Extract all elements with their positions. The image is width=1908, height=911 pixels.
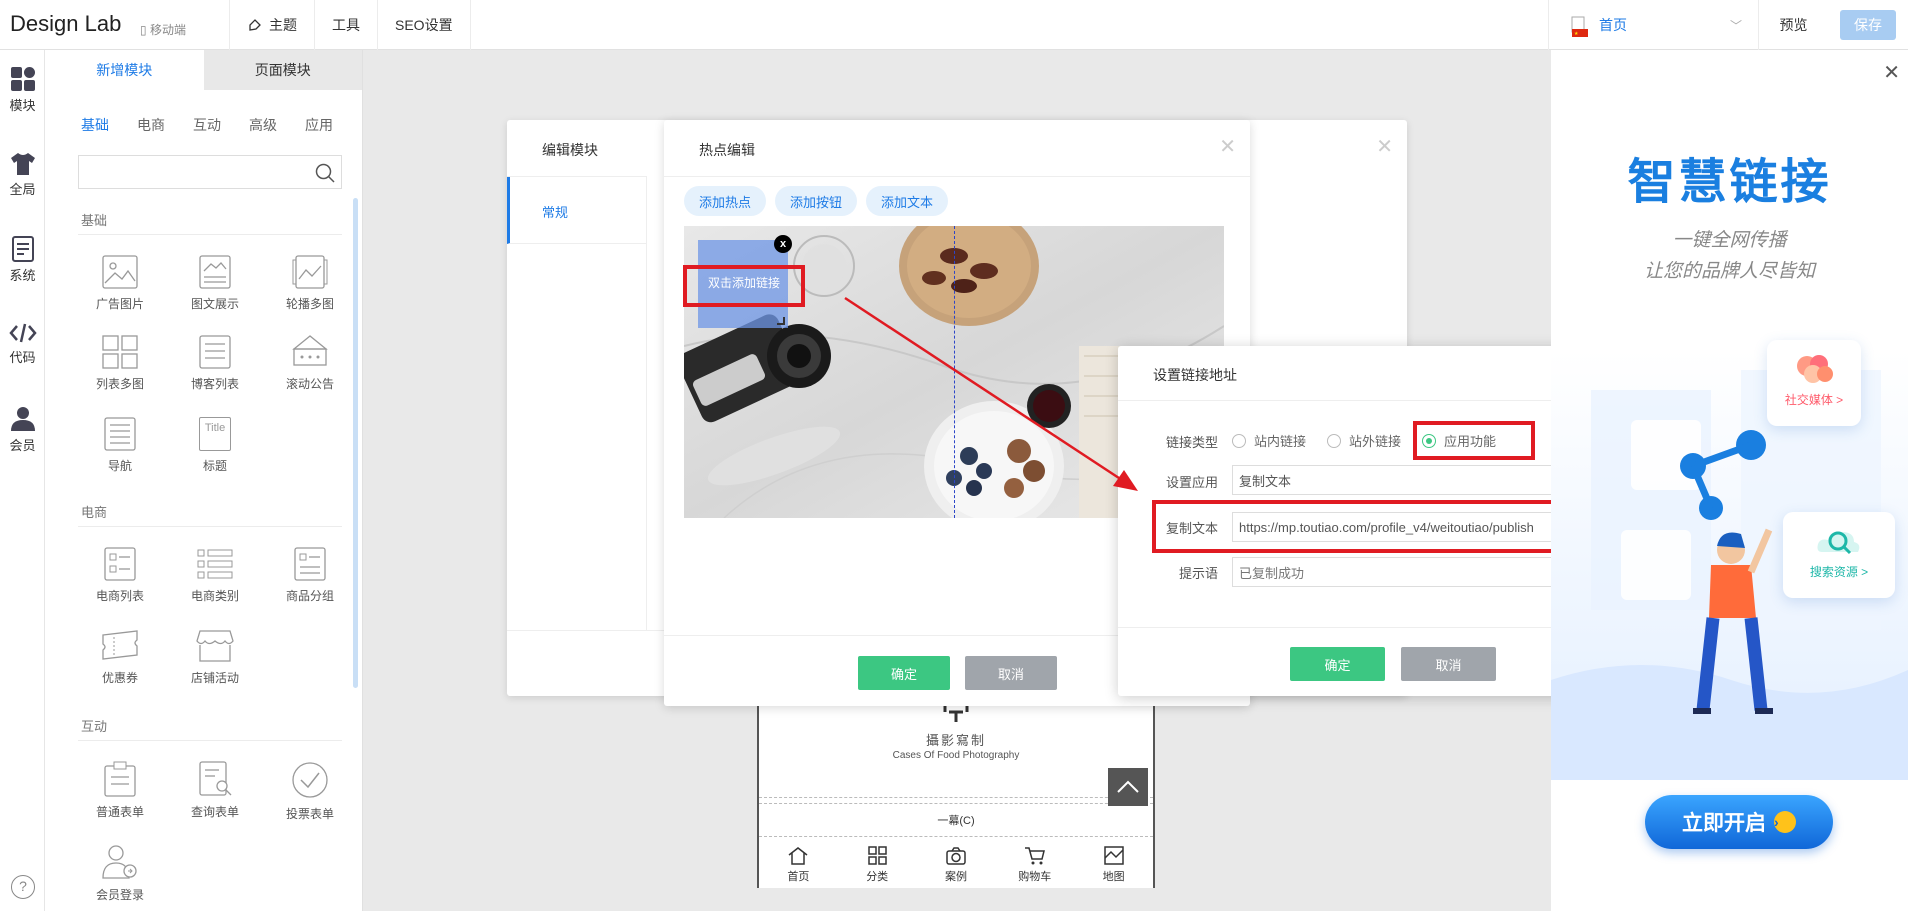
start-now-label: 立即开启 [1682, 812, 1766, 835]
search-resource-card[interactable]: 搜索资源 > [1783, 512, 1895, 598]
promo-subtitle-2: 让您的品牌人尽皆知 [1643, 261, 1815, 282]
start-now-button[interactable]: 立即开启 › [1645, 795, 1833, 849]
promo-panel: ✕ 智慧链接 一键全网传播 让您的品牌人尽皆知 社交媒体 > 搜索资源 > 立即… [1551, 50, 1908, 911]
close-icon[interactable]: ✕ [1883, 60, 1900, 85]
promo-title: 智慧链接 [1627, 156, 1832, 209]
promo-subtitle-1: 一键全网传播 [1672, 230, 1787, 251]
social-media-label: 社交媒体 > [1784, 393, 1844, 407]
social-media-card[interactable]: 社交媒体 > [1767, 340, 1861, 426]
arrow-right-icon: › [1774, 811, 1796, 833]
social-icon [1797, 355, 1833, 383]
search-cloud-icon [1817, 531, 1860, 555]
search-resource-label: 搜索资源 > [1809, 565, 1869, 579]
